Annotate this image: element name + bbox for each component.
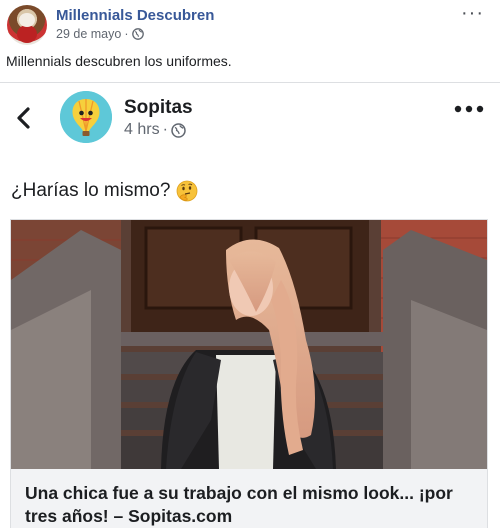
globe-icon (131, 28, 144, 40)
link-title[interactable]: Una chica fue a su trabajo con el mismo … (25, 482, 475, 528)
question-text: ¿Harías lo mismo? (11, 180, 171, 201)
outer-post-header: Millennials Descubren 29 de mayo · ··· M… (0, 0, 500, 82)
meta-separator: · (124, 27, 129, 41)
shared-post: Sopitas 4 hrs · ¿Harías lo mismo? Una ch… (0, 83, 500, 528)
sopitas-page-name[interactable]: Sopitas (124, 97, 193, 119)
shared-post-time[interactable]: 4 hrs (124, 121, 160, 139)
link-preview-card[interactable]: Una chica fue a su trabajo con el mismo … (10, 219, 488, 528)
post-text: Millennials descubren los uniformes. (6, 53, 232, 69)
page-name-link[interactable]: Millennials Descubren (56, 7, 214, 24)
post-meta: 29 de mayo · (56, 27, 144, 41)
sopitas-avatar[interactable] (60, 91, 112, 143)
back-arrow-icon[interactable] (12, 105, 36, 131)
globe-icon (171, 122, 186, 138)
balloon-logo-icon (60, 91, 112, 143)
thinking-face-icon (177, 180, 198, 202)
more-options-icon[interactable] (454, 104, 484, 114)
woman-on-stoop-photo (11, 220, 487, 469)
shared-post-meta: 4 hrs · (124, 121, 186, 139)
more-options-icon[interactable]: ··· (461, 2, 484, 25)
link-preview-caption[interactable]: Una chica fue a su trabajo con el mismo … (11, 469, 487, 528)
shared-post-text: ¿Harías lo mismo? (11, 180, 198, 202)
post-date[interactable]: 29 de mayo (56, 27, 121, 41)
meta-separator: · (162, 121, 168, 138)
link-preview-image[interactable] (11, 220, 487, 469)
avatar[interactable] (7, 5, 47, 45)
